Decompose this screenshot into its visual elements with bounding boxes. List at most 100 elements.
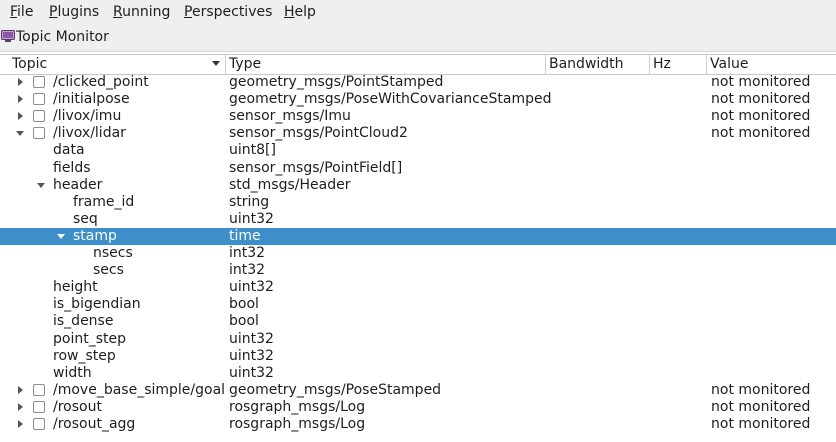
topic-name: fields (53, 160, 91, 176)
topic-name: data (53, 142, 85, 158)
tree-row[interactable]: is_bigendian bool (0, 296, 836, 313)
topic-type: sensor_msgs/PointCloud2 (229, 125, 408, 141)
topic-type: geometry_msgs/PoseWithCovarianceStamped (229, 91, 552, 107)
sort-descending-icon (212, 61, 220, 66)
topic-type: uint32 (229, 365, 274, 381)
menu-bar: File Plugins Running Perspectives Help (0, 0, 836, 24)
tree-row[interactable]: header std_msgs/Header (0, 177, 836, 194)
topic-name: height (53, 279, 98, 295)
monitor-icon (1, 30, 15, 42)
topic-name: header (53, 177, 103, 193)
topic-name: row_step (53, 348, 116, 364)
column-header-hz[interactable]: Hz (650, 55, 707, 74)
tree-row[interactable]: row_step uint32 (0, 348, 836, 365)
menu-plugins[interactable]: Plugins (49, 3, 99, 21)
tree-row[interactable]: point_step uint32 (0, 331, 836, 348)
topic-type: uint32 (229, 211, 274, 227)
menu-mnemonic: H (284, 4, 295, 20)
topic-type: time (229, 228, 261, 244)
column-header-bandwidth[interactable]: Bandwidth (546, 55, 650, 74)
topic-value: not monitored (711, 399, 811, 415)
column-label: Value (710, 56, 749, 72)
expand-arrow-down-icon[interactable] (55, 228, 67, 245)
topic-name: /move_base_simple/goal (53, 382, 226, 398)
menu-file[interactable]: File (10, 3, 33, 21)
topic-name: seq (73, 211, 98, 227)
topic-type: geometry_msgs/PoseStamped (229, 382, 442, 398)
topic-type: uint8[] (229, 142, 276, 158)
menu-perspectives[interactable]: Perspectives (184, 3, 272, 21)
menu-label: unning (122, 4, 171, 20)
menu-label: erspectives (191, 4, 273, 20)
topic-value: not monitored (711, 416, 811, 432)
topic-type: rosgraph_msgs/Log (229, 416, 366, 432)
tree-row[interactable]: nsecs int32 (0, 245, 836, 262)
expand-arrow-right-icon[interactable] (14, 416, 26, 433)
monitor-checkbox[interactable] (33, 401, 45, 413)
plugin-title-bar: Topic Monitor (0, 24, 836, 52)
topic-type: bool (229, 313, 259, 329)
tree-row[interactable]: /livox/imu sensor_msgs/Imu not monitored (0, 108, 836, 125)
tree-row[interactable]: /rosout rosgraph_msgs/Log not monitored (0, 399, 836, 416)
topic-type: int32 (229, 245, 266, 261)
menu-mnemonic: R (113, 4, 123, 20)
tree-row[interactable]: width uint32 (0, 365, 836, 382)
topic-type: uint32 (229, 331, 274, 347)
topic-type: rosgraph_msgs/Log (229, 399, 366, 415)
topic-value: not monitored (711, 91, 811, 107)
menu-mnemonic: F (10, 4, 18, 20)
column-header-value[interactable]: Value (707, 55, 836, 74)
topic-value: not monitored (711, 108, 811, 124)
expand-arrow-right-icon[interactable] (14, 108, 26, 125)
tree-row[interactable]: frame_id string (0, 194, 836, 211)
tree-row[interactable]: /initialpose geometry_msgs/PoseWithCovari… (0, 91, 836, 108)
column-header-type[interactable]: Type (226, 55, 546, 74)
monitor-checkbox[interactable] (33, 418, 45, 430)
topic-name: stamp (73, 228, 117, 244)
topic-name: frame_id (73, 194, 135, 210)
topic-type: uint32 (229, 279, 274, 295)
expand-arrow-right-icon[interactable] (14, 91, 26, 108)
topic-tree[interactable]: /clicked_point geometry_msgs/PointStamped… (0, 74, 836, 442)
expand-arrow-right-icon[interactable] (14, 382, 26, 399)
topic-name: /clicked_point (53, 74, 149, 90)
expand-arrow-right-icon[interactable] (14, 399, 26, 416)
topic-name: width (53, 365, 92, 381)
tree-row[interactable]: height uint32 (0, 279, 836, 296)
plugin-title: Topic Monitor (16, 29, 109, 45)
monitor-checkbox[interactable] (33, 384, 45, 396)
topic-name: nsecs (93, 245, 133, 261)
expand-arrow-right-icon[interactable] (14, 74, 26, 91)
topic-name: is_bigendian (53, 296, 141, 312)
topic-type: std_msgs/Header (229, 177, 351, 193)
monitor-checkbox[interactable] (33, 93, 45, 105)
menu-help[interactable]: Help (284, 3, 316, 21)
monitor-checkbox[interactable] (33, 127, 45, 139)
tree-row[interactable]: /livox/lidar sensor_msgs/PointCloud2 not m… (0, 125, 836, 142)
tree-row[interactable]: /move_base_simple/goal geometry_msgs/Pose… (0, 382, 836, 399)
column-label: Hz (653, 56, 671, 72)
topic-name: /rosout (53, 399, 102, 415)
monitor-checkbox[interactable] (33, 110, 45, 122)
column-header: Topic Type Bandwidth Hz Value (0, 54, 836, 75)
tree-row[interactable]: is_dense bool (0, 313, 836, 330)
column-header-topic[interactable]: Topic (0, 55, 226, 74)
topic-type: bool (229, 296, 259, 312)
tree-row[interactable]: seq uint32 (0, 211, 836, 228)
menu-mnemonic: P (184, 4, 192, 20)
column-label: Topic (12, 56, 48, 72)
tree-row[interactable]: secs int32 (0, 262, 836, 279)
expand-arrow-down-icon[interactable] (14, 125, 26, 142)
column-label: Bandwidth (549, 56, 624, 72)
expand-arrow-down-icon[interactable] (35, 177, 47, 194)
topic-name: is_dense (53, 313, 114, 329)
menu-running[interactable]: Running (113, 3, 170, 21)
tree-row[interactable]: /clicked_point geometry_msgs/PointStamped… (0, 74, 836, 91)
monitor-checkbox[interactable] (33, 76, 45, 88)
menu-label: ile (17, 4, 34, 20)
tree-row[interactable]: data uint8[] (0, 142, 836, 159)
tree-row[interactable]: stamp time (0, 228, 836, 245)
tree-row[interactable]: fields sensor_msgs/PointField[] (0, 160, 836, 177)
tree-row[interactable]: /rosout_agg rosgraph_msgs/Log not monitore… (0, 416, 836, 433)
topic-name: point_step (53, 331, 126, 347)
